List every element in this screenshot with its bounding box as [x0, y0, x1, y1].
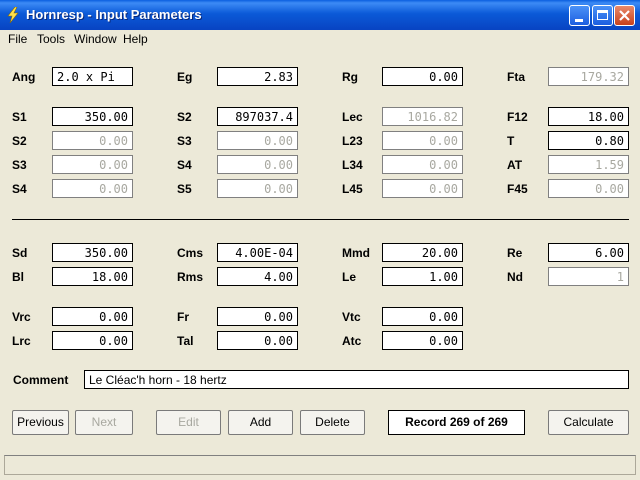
- param-label-s1: S1: [12, 110, 27, 124]
- minimize-icon: [575, 19, 583, 22]
- menu-window[interactable]: Window: [74, 32, 117, 46]
- previous-button[interactable]: Previous: [12, 410, 69, 435]
- close-icon: [619, 10, 630, 21]
- param-field-ang[interactable]: 2.0 x Pi: [52, 67, 133, 86]
- param-field-rms[interactable]: 4.00: [217, 267, 298, 286]
- menu-tools[interactable]: Tools: [37, 32, 65, 46]
- param-field-f45[interactable]: 0.00: [548, 179, 629, 198]
- param-field-t[interactable]: 0.80: [548, 131, 629, 150]
- menu-bar: File Tools Window Help: [0, 30, 640, 48]
- param-label-l45: L45: [342, 182, 363, 196]
- param-field-re[interactable]: 6.00: [548, 243, 629, 262]
- param-field-lrc[interactable]: 0.00: [52, 331, 133, 350]
- param-field-s2[interactable]: 0.00: [52, 131, 133, 150]
- param-field-l45[interactable]: 0.00: [382, 179, 463, 198]
- maximize-button[interactable]: [592, 5, 613, 26]
- param-field-nd[interactable]: 1: [548, 267, 629, 286]
- next-button[interactable]: Next: [75, 410, 133, 435]
- window-title: Hornresp - Input Parameters: [26, 7, 202, 22]
- param-field-s4[interactable]: 0.00: [217, 155, 298, 174]
- param-field-fr[interactable]: 0.00: [217, 307, 298, 326]
- param-label-f12: F12: [507, 110, 528, 124]
- param-label-le: Le: [342, 270, 357, 284]
- param-label-s5: S5: [177, 182, 192, 196]
- param-field-s3[interactable]: 0.00: [52, 155, 133, 174]
- menu-file[interactable]: File: [8, 32, 27, 46]
- param-field-tal[interactable]: 0.00: [217, 331, 298, 350]
- param-label-lrc: Lrc: [12, 334, 31, 348]
- edit-button[interactable]: Edit: [156, 410, 221, 435]
- param-label-s2: S2: [12, 134, 27, 148]
- param-field-eg[interactable]: 2.83: [217, 67, 298, 86]
- param-field-at[interactable]: 1.59: [548, 155, 629, 174]
- param-label-s4: S4: [177, 158, 192, 172]
- param-label-rg: Rg: [342, 70, 358, 84]
- calculate-button[interactable]: Calculate: [548, 410, 629, 435]
- param-label-mmd: Mmd: [342, 246, 370, 260]
- param-label-atc: Atc: [342, 334, 362, 348]
- param-label-eg: Eg: [177, 70, 193, 84]
- param-field-cms[interactable]: 4.00E-04: [217, 243, 298, 262]
- param-field-atc[interactable]: 0.00: [382, 331, 463, 350]
- param-field-s2[interactable]: 897037.4: [217, 107, 298, 126]
- param-label-bl: Bl: [12, 270, 24, 284]
- param-label-at: AT: [507, 158, 523, 172]
- param-field-s5[interactable]: 0.00: [217, 179, 298, 198]
- param-label-s3: S3: [12, 158, 27, 172]
- lightning-bolt-icon: [7, 7, 19, 23]
- param-label-nd: Nd: [507, 270, 523, 284]
- param-label-tal: Tal: [177, 334, 194, 348]
- param-label-fr: Fr: [177, 310, 189, 324]
- param-field-l23[interactable]: 0.00: [382, 131, 463, 150]
- close-button[interactable]: [614, 5, 635, 26]
- section-divider: [12, 219, 629, 220]
- param-label-s2: S2: [177, 110, 192, 124]
- param-field-mmd[interactable]: 20.00: [382, 243, 463, 262]
- param-field-s3[interactable]: 0.00: [217, 131, 298, 150]
- param-label-t: T: [507, 134, 515, 148]
- add-button[interactable]: Add: [228, 410, 293, 435]
- param-label-rms: Rms: [177, 270, 204, 284]
- param-field-sd[interactable]: 350.00: [52, 243, 133, 262]
- param-field-vrc[interactable]: 0.00: [52, 307, 133, 326]
- param-label-s3: S3: [177, 134, 192, 148]
- param-field-lec[interactable]: 1016.82: [382, 107, 463, 126]
- param-label-sd: Sd: [12, 246, 28, 260]
- maximize-icon: [597, 10, 608, 20]
- param-label-cms: Cms: [177, 246, 204, 260]
- param-label-vrc: Vrc: [12, 310, 31, 324]
- param-field-f12[interactable]: 18.00: [548, 107, 629, 126]
- param-label-fta: Fta: [507, 70, 525, 84]
- param-field-bl[interactable]: 18.00: [52, 267, 133, 286]
- param-label-f45: F45: [507, 182, 528, 196]
- param-label-s4: S4: [12, 182, 27, 196]
- record-counter: Record 269 of 269: [388, 410, 525, 435]
- comment-field[interactable]: Le Cléac'h horn - 18 hertz: [84, 370, 629, 389]
- param-field-s1[interactable]: 350.00: [52, 107, 133, 126]
- param-field-fta[interactable]: 179.32: [548, 67, 629, 86]
- delete-button[interactable]: Delete: [300, 410, 365, 435]
- minimize-button[interactable]: [569, 5, 590, 26]
- param-field-s4[interactable]: 0.00: [52, 179, 133, 198]
- param-label-ang: Ang: [12, 70, 36, 84]
- param-label-vtc: Vtc: [342, 310, 361, 324]
- status-bar: [4, 455, 636, 475]
- param-field-rg[interactable]: 0.00: [382, 67, 463, 86]
- param-field-l34[interactable]: 0.00: [382, 155, 463, 174]
- param-field-vtc[interactable]: 0.00: [382, 307, 463, 326]
- title-bar: Hornresp - Input Parameters: [0, 0, 640, 30]
- comment-label: Comment: [13, 373, 69, 387]
- param-field-le[interactable]: 1.00: [382, 267, 463, 286]
- param-label-l23: L23: [342, 134, 363, 148]
- param-label-l34: L34: [342, 158, 363, 172]
- param-label-lec: Lec: [342, 110, 363, 124]
- param-label-re: Re: [507, 246, 523, 260]
- menu-help[interactable]: Help: [123, 32, 148, 46]
